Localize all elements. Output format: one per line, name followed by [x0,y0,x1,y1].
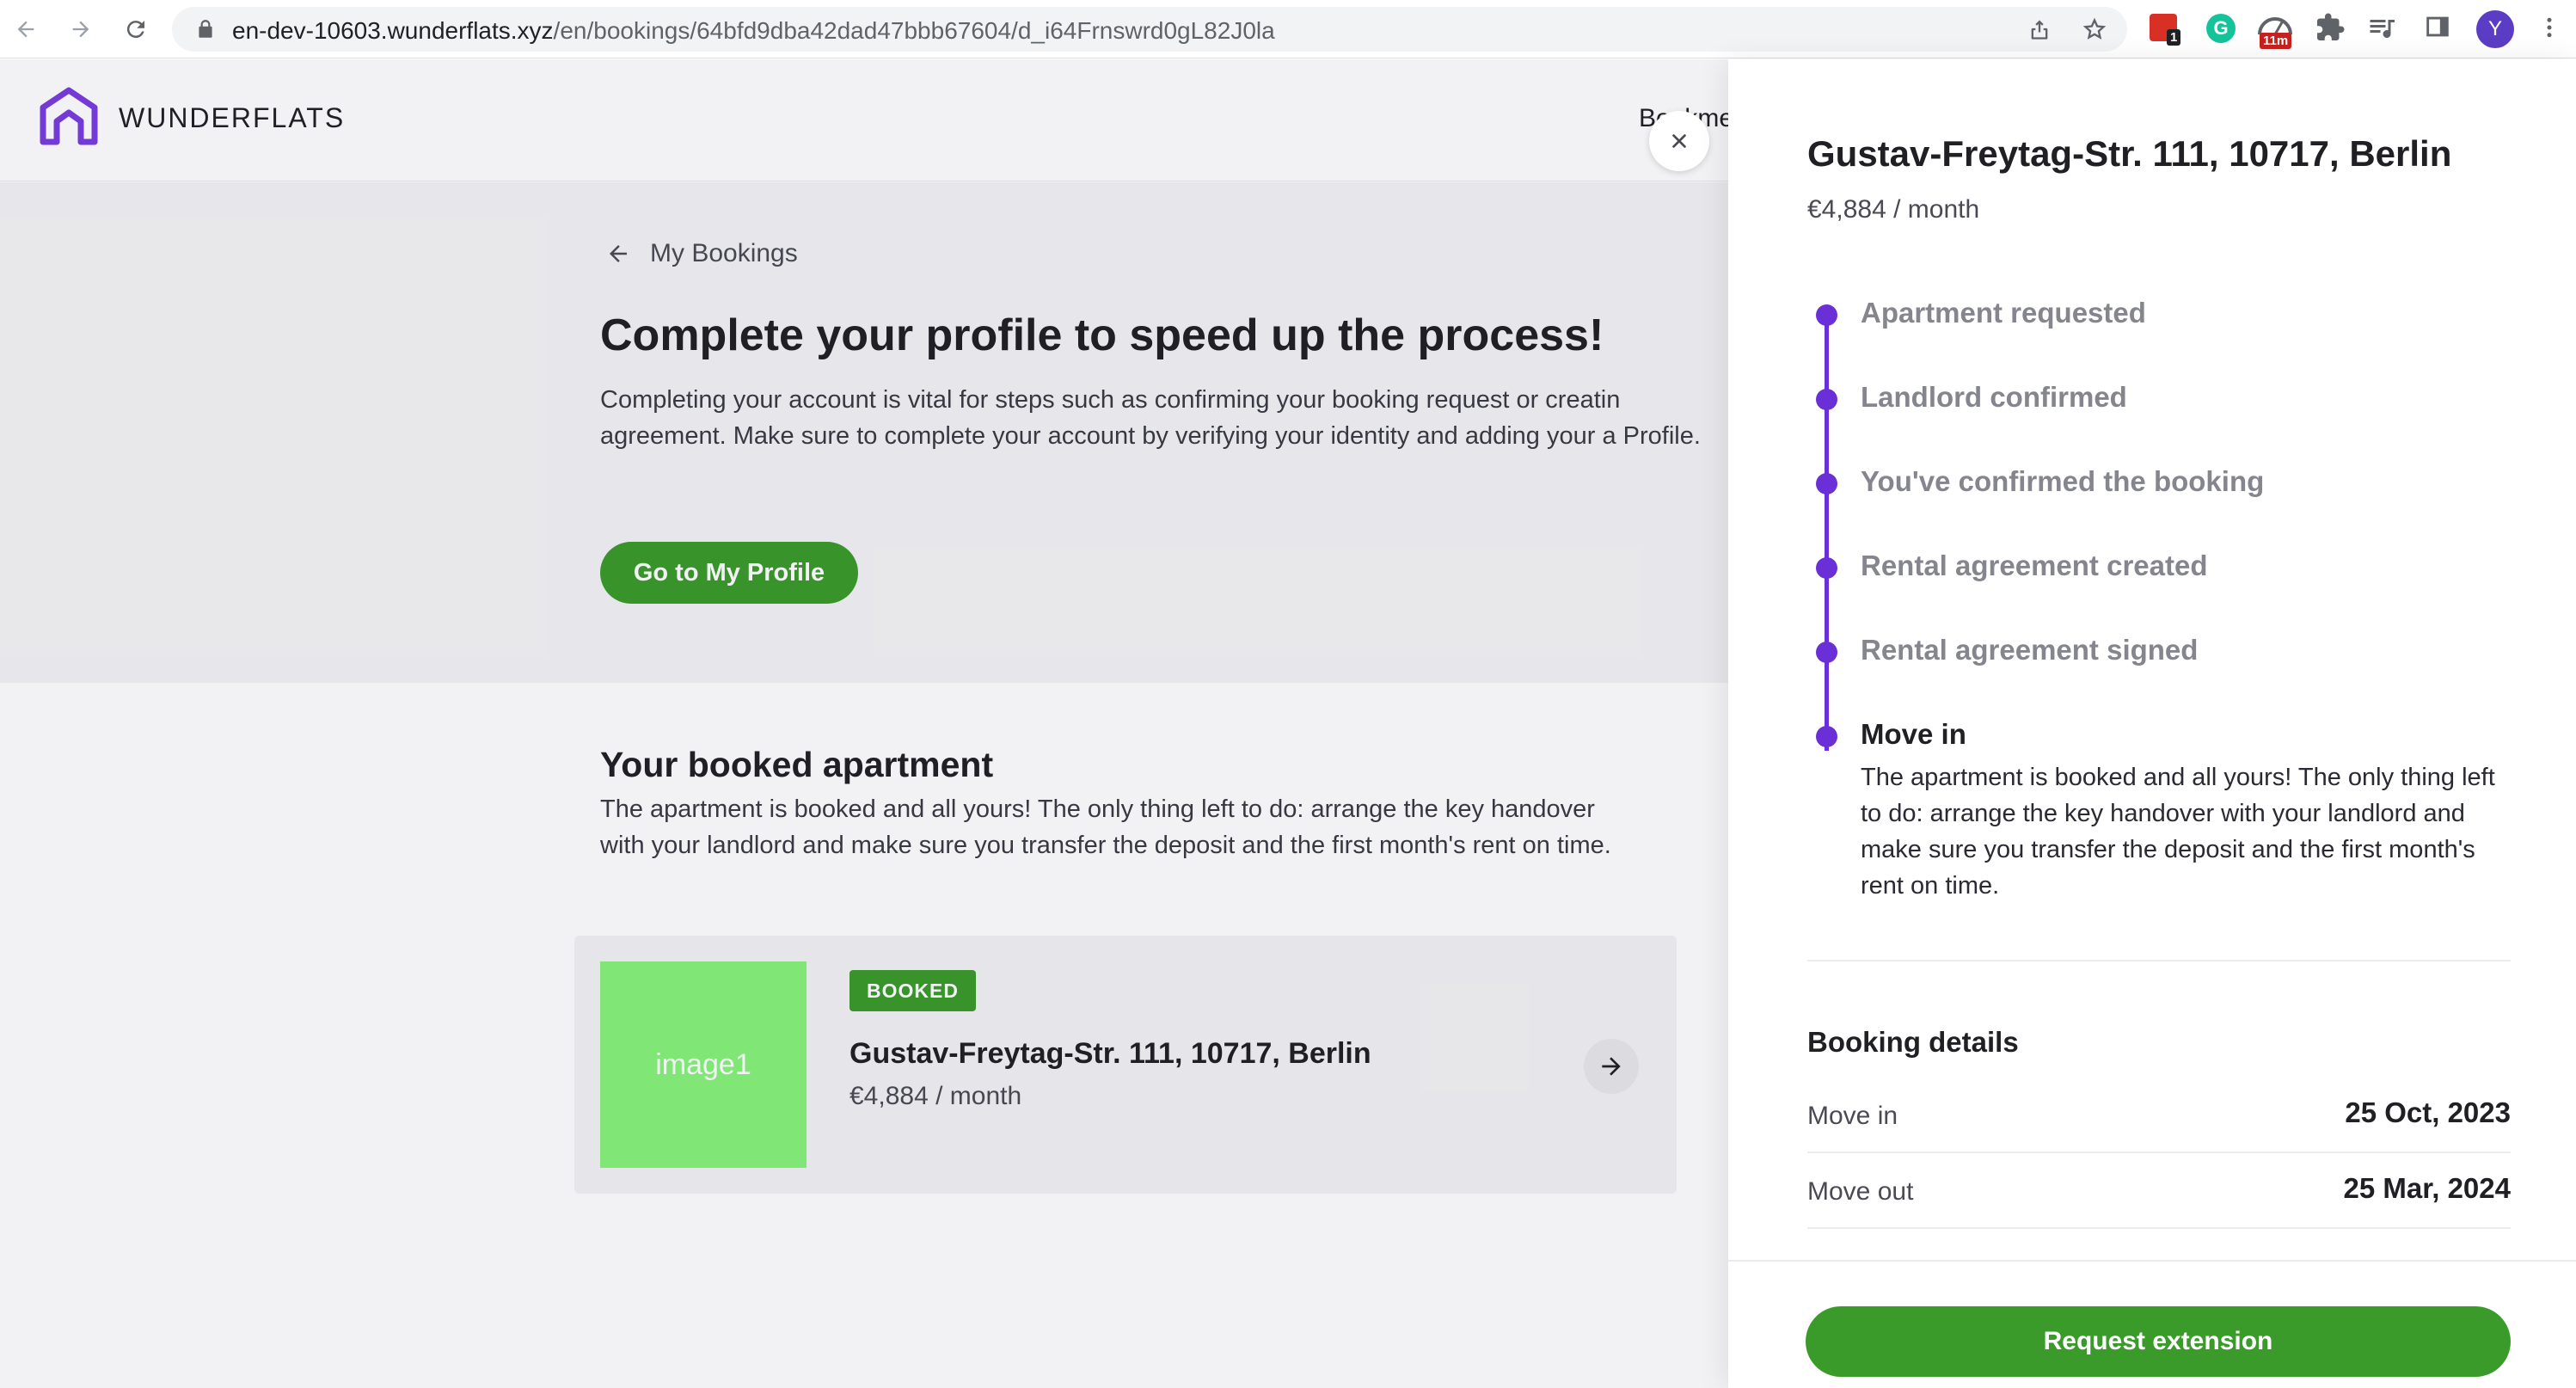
grammarly-icon[interactable]: G [2205,12,2239,46]
side-panel-icon[interactable] [2423,12,2457,46]
reload-icon[interactable] [119,12,153,46]
timeline-dot [1816,726,1837,747]
close-panel-button[interactable] [1649,111,1709,171]
profile-avatar[interactable]: Y [2476,10,2514,48]
wunderflats-logo-icon[interactable] [38,85,100,149]
go-to-profile-button[interactable]: Go to My Profile [600,542,858,604]
profile-description: Completing your account is vital for ste… [600,386,1701,450]
lock-icon [199,20,212,38]
panel-title: Gustav-Freytag-Str. 111, 10717, Berlin [1807,133,2452,174]
apartment-image: image1 [600,961,807,1168]
calendar-extension-icon[interactable]: 1 [2148,12,2182,46]
logo-text[interactable]: WUNDERFLATS [119,102,345,134]
page-title: Complete your profile to speed up the pr… [600,310,1604,360]
reading-list-icon[interactable] [2366,12,2401,46]
share-icon[interactable] [2027,17,2052,41]
timeline-step-label: Rental agreement created [1861,550,2208,581]
divider [1807,960,2511,961]
apartment-address: Gustav-Freytag-Str. 111, 10717, Berlin [849,1037,1371,1070]
back-link-label: My Bookings [650,239,798,267]
timeline-step-label: Landlord confirmed [1861,381,2127,413]
booked-apartment-description: The apartment is booked and all yours! T… [600,795,1611,859]
timeline-dot [1816,389,1837,410]
booking-side-panel: Gustav-Freytag-Str. 111, 10717, Berlin €… [1728,59,2576,1388]
back-arrow-icon[interactable] [9,12,43,46]
timeline-line [1825,309,1829,751]
panel-price: €4,884 / month [1807,195,1980,224]
image-alt-text: image1 [655,1047,751,1081]
timeline-dot [1816,304,1837,326]
booked-apartment-title: Your booked apartment [600,745,994,784]
detail-row-move-out: Move out 25 Mar, 2024 [1807,1153,2511,1229]
detail-value: 25 Mar, 2024 [2343,1172,2512,1204]
timeline-step-label: Move in [1861,718,1966,750]
timeline-dot [1816,642,1837,663]
apartment-card[interactable]: image1 BOOKED Gustav-Freytag-Str. 111, 1… [574,936,1677,1194]
puzzle-icon[interactable] [2315,12,2349,46]
request-extension-button[interactable]: Request extension [1806,1306,2511,1377]
timer-extension-icon[interactable]: 11m [2256,12,2297,49]
url-text: en-dev-10603.wunderflats.xyz/en/bookings… [232,17,1275,44]
address-bar[interactable]: en-dev-10603.wunderflats.xyz/en/bookings… [172,7,2127,52]
detail-label: Move out [1807,1177,1914,1206]
browser-toolbar: en-dev-10603.wunderflats.xyz/en/bookings… [0,0,2576,58]
timeline-dot [1816,473,1837,494]
status-badge: BOOKED [849,970,976,1011]
detail-row-move-in: Move in 25 Oct, 2023 [1807,1078,2511,1153]
close-icon [1672,134,1686,148]
panel-footer: Request extension [1728,1260,2576,1388]
detail-value: 25 Oct, 2023 [2345,1096,2511,1128]
timeline-step-label: You've confirmed the booking [1861,465,2265,497]
bookmark-star-icon[interactable] [2082,17,2107,41]
open-apartment-button[interactable] [1584,1039,1639,1094]
more-menu-icon[interactable] [2536,12,2571,46]
timeline-dot [1816,557,1837,579]
back-to-bookings-link[interactable]: My Bookings [605,239,798,268]
booking-details-title: Booking details [1807,1026,2019,1058]
apartment-price: €4,884 / month [849,1082,1022,1110]
forward-arrow-icon[interactable] [64,12,98,46]
arrow-right-icon [1602,1057,1621,1076]
avatar-initial: Y [2487,17,2502,40]
timeline-step-label: Rental agreement signed [1861,634,2199,666]
arrow-left-icon [610,245,627,262]
timeline-step-description: The apartment is booked and all yours! T… [1861,764,2495,900]
timeline-step-label: Apartment requested [1861,297,2146,329]
detail-label: Move in [1807,1102,1898,1130]
